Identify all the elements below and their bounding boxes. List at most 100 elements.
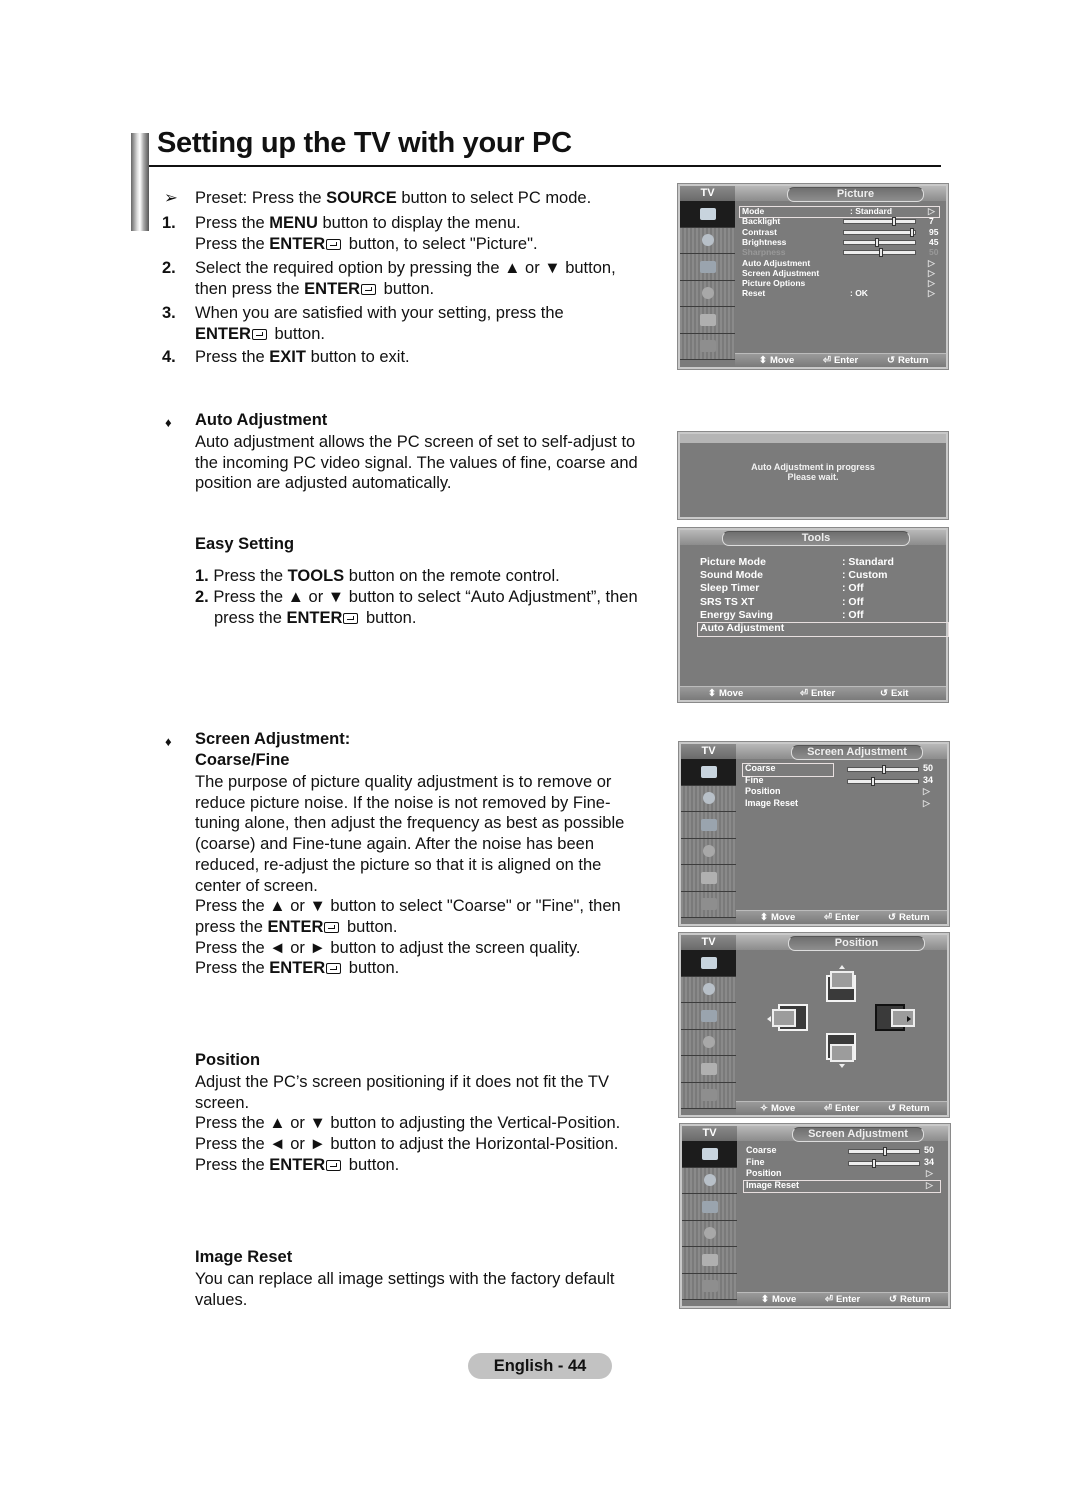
key-source: SOURCE [326, 189, 397, 207]
sidebar-tab-input[interactable] [681, 865, 736, 892]
arrow-up-icon [839, 965, 845, 969]
slider-knob[interactable] [892, 217, 896, 227]
sidebar-tab-channel[interactable] [681, 812, 736, 839]
sidebar-tab-application[interactable] [680, 333, 735, 360]
menu-row-label: Image Reset [745, 797, 799, 808]
menu-row-srs-ts-xt[interactable]: SRS TS XT: Off [700, 596, 864, 609]
slider-knob[interactable] [882, 765, 886, 774]
menu-row-sleep-timer[interactable]: Sleep Timer: Off [700, 582, 864, 595]
menu-row-position[interactable]: Position ▷ [745, 786, 930, 798]
menu-row-fine[interactable]: Fine 34 [746, 1157, 934, 1169]
submenu-arrow-icon: ▷ [928, 267, 935, 278]
slider-knob[interactable] [879, 248, 883, 258]
sidebar-tab-setup[interactable] [681, 1029, 736, 1056]
menu-row-label: Position [745, 786, 781, 796]
slider-knob[interactable] [883, 1147, 887, 1156]
sidebar-tab-input[interactable] [682, 1247, 737, 1274]
position-right-button[interactable] [875, 1004, 915, 1031]
sidebar-tab-picture[interactable] [681, 950, 736, 977]
menu-row-position[interactable]: Position ▷ [746, 1168, 933, 1180]
slider-value: 7 [929, 216, 934, 227]
menu-row-energy-saving[interactable]: Energy Saving: Off [700, 609, 864, 622]
slider-knob[interactable] [871, 776, 875, 786]
menu-row-label: Fine [745, 774, 764, 785]
return-icon: ↺ [889, 1294, 897, 1305]
step-number: 1. [195, 567, 209, 585]
enter-icon: ⏎ [824, 912, 832, 923]
osd-title: Tools [722, 531, 910, 546]
menu-row-label: Reset [742, 288, 766, 299]
menu-row-auto-adjustment[interactable]: Auto Adjustment ▷ [742, 258, 935, 268]
menu-row-reset[interactable]: Reset: OK ▷ [742, 288, 935, 299]
arrow-left-icon [767, 1016, 771, 1022]
menu-row-mode[interactable]: Mode: Standard ▷ [742, 206, 935, 216]
step-number: 1. [162, 214, 176, 232]
menu-row-coarse[interactable]: Coarse 50 [745, 763, 933, 775]
menu-row-image-reset[interactable]: Image Reset ▷ [746, 1180, 933, 1192]
sidebar-tab-application[interactable] [682, 1273, 737, 1300]
menu-row-image-reset[interactable]: Image Reset ▷ [745, 797, 930, 810]
sidebar-tab-picture[interactable] [681, 759, 736, 786]
slider-knob[interactable] [875, 237, 879, 247]
value-slider[interactable] [847, 765, 919, 774]
step-number: 4. [162, 348, 176, 366]
menu-row-screen-adjustment[interactable]: Screen Adjustment ▷ [742, 268, 935, 278]
sidebar-tab-application[interactable] [681, 891, 736, 918]
sidebar-tab-setup[interactable] [682, 1220, 737, 1247]
return-hint: ↺ Return [888, 1102, 930, 1115]
osd-footer-bar: ✧ Move ⏎ Enter ↺ Return [736, 1101, 947, 1115]
menu-row-label: Brightness [742, 236, 787, 247]
channel-icon [701, 1200, 718, 1213]
sidebar-tab-channel[interactable] [681, 1003, 736, 1030]
menu-row-auto-adjustment[interactable]: Auto Adjustment [700, 622, 784, 635]
menu-row-fine[interactable]: Fine 34 [745, 774, 933, 787]
sidebar-tab-channel[interactable] [680, 254, 735, 281]
value-slider[interactable] [847, 776, 919, 786]
text-line: Press the EXIT button to exit. [195, 347, 410, 368]
menu-row-backlight[interactable]: Backlight 7 [742, 216, 934, 227]
osd-category-sidebar [681, 950, 736, 1109]
sound-icon [702, 983, 715, 996]
value-slider[interactable] [843, 217, 916, 227]
position-left-button[interactable] [767, 1004, 808, 1031]
sidebar-tab-setup[interactable] [680, 280, 735, 307]
slider-knob[interactable] [872, 1158, 876, 1168]
menu-row-contrast[interactable]: Contrast 95 [742, 227, 938, 237]
move-hint: ⬍ Move [760, 911, 795, 924]
menu-row-value: : Standard [842, 556, 894, 568]
text-line: When you are satisfied with your setting… [195, 303, 564, 324]
picture-icon [700, 956, 717, 969]
sidebar-tab-application[interactable] [681, 1082, 736, 1109]
position-down-button[interactable] [826, 1033, 856, 1068]
menu-row-label: Picture Options [742, 278, 806, 289]
value-slider[interactable] [848, 1147, 920, 1156]
sidebar-tab-input[interactable] [680, 307, 735, 334]
sidebar-tab-setup[interactable] [681, 838, 736, 865]
hint-label: Move [770, 1103, 796, 1114]
sidebar-tab-input[interactable] [681, 1056, 736, 1083]
menu-row-coarse[interactable]: Coarse 50 [746, 1145, 934, 1157]
menu-row-sound-mode[interactable]: Sound Mode: Custom [700, 569, 888, 582]
position-up-button[interactable] [826, 965, 856, 1002]
menu-row-brightness[interactable]: Brightness 45 [742, 236, 938, 247]
hint-label: Return [897, 355, 929, 366]
sidebar-tab-channel[interactable] [682, 1194, 737, 1221]
menu-row-picture-mode[interactable]: Picture Mode: Standard [700, 556, 894, 569]
menu-row-sharpness[interactable]: Sharpness 50 [742, 247, 938, 258]
screen-preview [830, 971, 854, 989]
osd-tools-menu: Tools ⬍ Move ⏎ Enter ↺ Exit Picture Mode: Stand… [678, 528, 949, 702]
slider-knob[interactable] [910, 227, 914, 237]
picture-icon [700, 765, 717, 778]
value-slider[interactable] [843, 227, 916, 237]
sidebar-tab-sound[interactable] [681, 976, 736, 1003]
value-slider[interactable] [843, 248, 916, 258]
easy-setting-step-2: 2. Press the ▲ or ▼ button to select “Au… [195, 587, 638, 608]
sidebar-tab-sound[interactable] [682, 1167, 737, 1194]
value-slider[interactable] [848, 1158, 920, 1168]
sidebar-tab-sound[interactable] [681, 785, 736, 812]
sidebar-tab-sound[interactable] [680, 227, 735, 254]
value-slider[interactable] [843, 237, 916, 247]
sidebar-tab-picture[interactable] [682, 1141, 737, 1168]
sidebar-tab-picture[interactable] [680, 201, 735, 228]
menu-row-picture-options[interactable]: Picture Options ▷ [742, 278, 935, 289]
